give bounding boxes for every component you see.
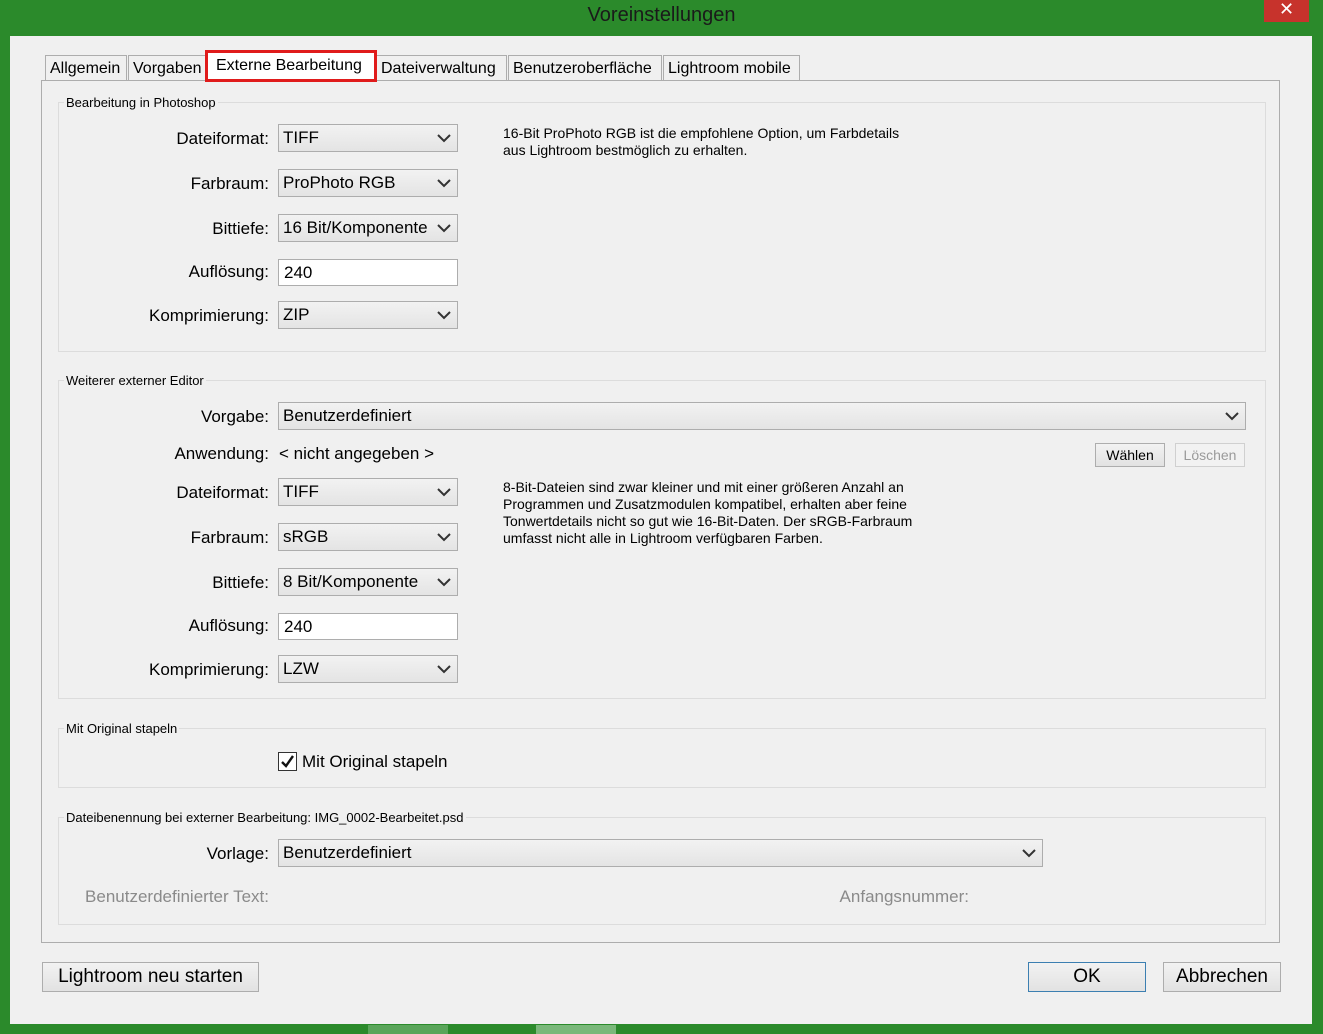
ed-farbraum-label: Farbraum:: [190, 528, 269, 547]
ps-farbraum-select[interactable]: ProPhoto RGB: [278, 169, 458, 197]
ps-dateiformat-value: TIFF: [283, 128, 319, 147]
chevron-down-icon: [1022, 849, 1036, 858]
ed-vorgabe-select[interactable]: Benutzerdefiniert: [278, 402, 1246, 430]
ed-info-note: 8-Bit-Dateien sind zwar kleiner und mit …: [503, 479, 913, 546]
ed-komprimierung-value: LZW: [283, 659, 319, 678]
ed-farbraum-value: sRGB: [283, 527, 329, 546]
ps-bittiefe-value: 16 Bit/Komponente: [283, 218, 428, 237]
photoshop-group-title: Bearbeitung in Photoshop: [64, 95, 218, 110]
ed-anwendung-label: Anwendung:: [174, 444, 269, 463]
ps-komprimierung-value: ZIP: [283, 305, 310, 324]
ps-dateiformat-label: Dateiformat:: [176, 129, 269, 148]
ps-aufloesung-label: Auflösung:: [188, 262, 269, 281]
taskbar-item[interactable]: [536, 1025, 616, 1034]
chevron-down-icon: [437, 179, 451, 188]
stack-group: [58, 728, 1266, 788]
tab-allgemein[interactable]: Allgemein: [45, 55, 127, 81]
ed-vorgabe-label: Vorgabe:: [200, 407, 269, 426]
chevron-down-icon: [437, 488, 451, 497]
ps-bittiefe-label: Bittiefe:: [212, 219, 269, 238]
tab-vorgaben[interactable]: Vorgaben: [128, 55, 206, 81]
vorlage-select[interactable]: Benutzerdefiniert: [278, 839, 1043, 867]
tab-benutzeroberflaeche[interactable]: Benutzeroberfläche: [508, 55, 662, 81]
close-button[interactable]: ✕: [1264, 0, 1309, 22]
ed-komprimierung-label: Komprimierung:: [149, 660, 269, 679]
tab-dateiverwaltung[interactable]: Dateiverwaltung: [376, 55, 507, 81]
chevron-down-icon: [437, 134, 451, 143]
chevron-down-icon: [437, 533, 451, 542]
ed-bittiefe-label: Bittiefe:: [212, 573, 269, 592]
ps-farbraum-value: ProPhoto RGB: [283, 173, 396, 192]
ps-komprimierung-label: Komprimierung:: [149, 306, 269, 325]
ps-dateiformat-select[interactable]: TIFF: [278, 124, 458, 152]
vorlage-value: Benutzerdefiniert: [283, 843, 412, 862]
restart-lightroom-button[interactable]: Lightroom neu starten: [42, 962, 259, 992]
ed-farbraum-select[interactable]: sRGB: [278, 523, 458, 551]
chevron-down-icon: [1225, 412, 1239, 421]
ed-bittiefe-value: 8 Bit/Komponente: [283, 572, 419, 591]
ps-komprimierung-select[interactable]: ZIP: [278, 301, 458, 329]
naming-group: [58, 817, 1266, 925]
ed-komprimierung-select[interactable]: LZW: [278, 655, 458, 683]
close-icon: ✕: [1278, 0, 1295, 20]
chevron-down-icon: [437, 224, 451, 233]
taskbar: [0, 1024, 1323, 1034]
tab-externe-bearbeitung[interactable]: Externe Bearbeitung: [205, 50, 377, 82]
window-title: Voreinstellungen: [587, 4, 736, 26]
ed-dateiformat-select[interactable]: TIFF: [278, 478, 458, 506]
loeschen-button[interactable]: Löschen: [1175, 443, 1245, 467]
ed-dateiformat-label: Dateiformat:: [176, 483, 269, 502]
stack-checkbox-label: Mit Original stapeln: [302, 752, 448, 771]
ps-info-note: 16-Bit ProPhoto RGB ist die empfohlene O…: [503, 125, 900, 158]
ed-aufloesung-input[interactable]: 240: [278, 613, 458, 640]
editor-group-title: Weiterer externer Editor: [64, 373, 206, 388]
chevron-down-icon: [437, 311, 451, 320]
ed-aufloesung-label: Auflösung:: [188, 616, 269, 635]
ps-farbraum-label: Farbraum:: [190, 174, 269, 193]
chevron-down-icon: [437, 578, 451, 587]
start-number-label: Anfangsnummer:: [839, 887, 969, 906]
waehlen-button[interactable]: Wählen: [1095, 443, 1165, 467]
cancel-button[interactable]: Abbrechen: [1163, 962, 1281, 992]
stack-checkbox[interactable]: [278, 752, 297, 771]
stack-group-title: Mit Original stapeln: [64, 721, 180, 736]
ed-anwendung-value: < nicht angegeben >: [279, 444, 435, 463]
ed-dateiformat-value: TIFF: [283, 482, 319, 501]
taskbar-item[interactable]: [368, 1025, 448, 1034]
ed-vorgabe-value: Benutzerdefiniert: [283, 406, 412, 425]
chevron-down-icon: [437, 665, 451, 674]
check-icon: [281, 755, 294, 768]
naming-group-title: Dateibenennung bei externer Bearbeitung:…: [64, 810, 466, 825]
ed-bittiefe-select[interactable]: 8 Bit/Komponente: [278, 568, 458, 596]
ok-button[interactable]: OK: [1028, 962, 1146, 992]
ps-bittiefe-select[interactable]: 16 Bit/Komponente: [278, 214, 458, 242]
ps-aufloesung-input[interactable]: 240: [278, 259, 458, 286]
tab-lightroom-mobile[interactable]: Lightroom mobile: [663, 55, 800, 81]
vorlage-label: Vorlage:: [206, 844, 269, 863]
custom-text-label: Benutzerdefinierter Text:: [85, 887, 269, 906]
